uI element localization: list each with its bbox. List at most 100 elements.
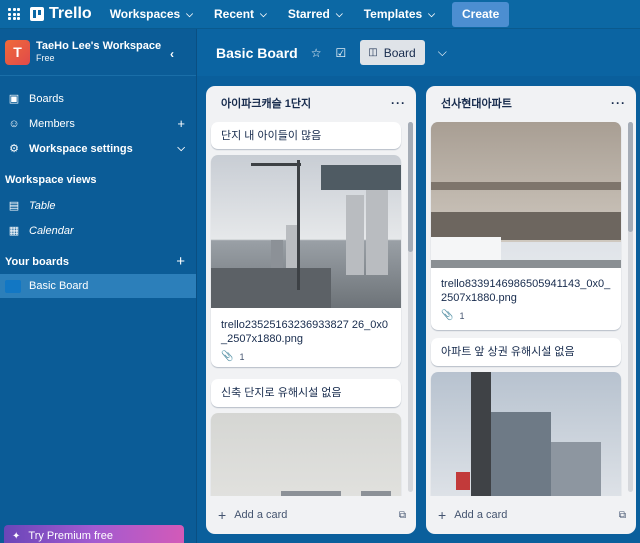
sidebar-item-label: Calendar	[29, 224, 74, 237]
more-options-icon[interactable]: ···	[391, 96, 406, 110]
scrollbar-thumb[interactable]	[628, 122, 633, 232]
trello-logo[interactable]: Trello	[30, 5, 92, 23]
paperclip-icon: 📎	[441, 310, 454, 321]
sparkle-icon: ✦	[12, 530, 21, 542]
workspace-avatar[interactable]: T	[5, 39, 30, 65]
app-switcher-icon[interactable]	[8, 8, 20, 20]
list-header[interactable]: 선사현대아파트 ···	[426, 86, 636, 119]
calendar-icon: ▦	[8, 225, 20, 237]
more-options-icon[interactable]: ···	[611, 96, 626, 110]
chevron-down-icon: ⌵	[260, 8, 267, 19]
nav-templates-label: Templates	[363, 7, 423, 21]
sidebar-board-label: Basic Board	[29, 280, 89, 292]
section-label: Workspace views	[5, 173, 97, 186]
card-cover-image	[431, 372, 621, 496]
list-title[interactable]: 선사현대아파트	[441, 95, 512, 111]
add-card-label: Add a card	[454, 509, 508, 521]
sidebar-board-basic-board[interactable]: Basic Board	[0, 274, 196, 298]
workspace-views-heading: Workspace views	[0, 167, 196, 192]
trello-logo-icon	[30, 7, 44, 21]
card-title: 단지 내 아이들이 많음	[221, 129, 322, 142]
workspace-plan: Free	[36, 53, 55, 63]
card[interactable]: 단지 내 아이들이 많음	[211, 122, 401, 149]
card-cover-image	[211, 155, 401, 308]
nav-starred[interactable]: Starred ⌵	[288, 7, 343, 21]
sidebar-item-label: Members	[29, 117, 75, 130]
card[interactable]	[211, 413, 401, 496]
chevron-down-icon[interactable]: ⌵	[438, 45, 447, 60]
paperclip-icon: 📎	[221, 351, 234, 362]
attachment-badge: 📎 1	[211, 351, 401, 362]
board-title[interactable]: Basic Board	[216, 45, 298, 61]
chevron-down-icon[interactable]: ⌵	[177, 143, 185, 154]
top-navigation-bar: Trello Workspaces ⌵ Recent ⌵ Starred ⌵ T…	[0, 0, 640, 29]
sidebar-item-calendar[interactable]: ▦ Calendar	[0, 218, 196, 243]
nav-starred-label: Starred	[287, 7, 330, 21]
scrollbar-thumb[interactable]	[408, 122, 413, 252]
card[interactable]: trello8339146986505941143_0x0_2507x1880.…	[431, 122, 621, 330]
card-container: 단지 내 아이들이 많음 trello23525163236933827 26_…	[206, 119, 416, 496]
plus-icon: +	[438, 507, 447, 523]
collapse-sidebar-icon[interactable]: ‹	[170, 47, 174, 61]
card[interactable]	[431, 372, 621, 496]
list-scrollbar[interactable]	[408, 122, 413, 492]
add-card-label: Add a card	[234, 509, 288, 521]
list: 선사현대아파트 ··· trello8339146986505941143_0x…	[426, 86, 636, 534]
board-icon: ▣	[8, 93, 20, 105]
chevron-down-icon: ⌵	[186, 8, 193, 19]
your-boards-heading: Your boards +	[0, 249, 196, 274]
card-title: trello23525163236933827 26_0x0_2507x1880…	[221, 319, 388, 345]
attachment-count: 1	[239, 351, 245, 362]
try-premium-button[interactable]: ✦ Try Premium free	[4, 525, 184, 543]
person-icon: ☺	[8, 117, 20, 130]
sidebar-item-table[interactable]: ▤ Table	[0, 193, 196, 218]
board-view-icon: ◫	[368, 47, 378, 58]
add-board-icon[interactable]: +	[176, 253, 185, 270]
nav-recent[interactable]: Recent ⌵	[214, 7, 267, 21]
star-icon[interactable]: ☆	[311, 46, 322, 60]
card-title: trello8339146986505941143_0x0_2507x1880.…	[441, 278, 611, 304]
app-name: Trello	[49, 5, 92, 22]
table-icon: ▤	[8, 200, 20, 212]
create-button[interactable]: Create	[452, 1, 510, 27]
nav-templates[interactable]: Templates ⌵	[364, 7, 435, 21]
sidebar-item-boards[interactable]: ▣ Boards	[0, 86, 196, 111]
chevron-down-icon: ⌵	[428, 8, 435, 19]
card-template-icon[interactable]: ⧉	[399, 510, 406, 521]
add-card-button[interactable]: + Add a card ⧉	[206, 496, 416, 534]
attachment-badge: 📎 1	[431, 310, 621, 321]
board-header: Basic Board ☆ ☑ ◫ Board ⌵	[197, 29, 640, 76]
card-title: 신축 단지로 유해시설 없음	[221, 387, 342, 399]
card-cover-image	[431, 122, 621, 268]
add-card-button[interactable]: + Add a card ⧉	[426, 496, 636, 534]
nav-workspaces-label: Workspaces	[109, 7, 181, 21]
plus-icon: +	[218, 507, 227, 523]
workspace-name[interactable]: TaeHo Lee's Workspace	[36, 40, 161, 53]
card-title: 아파트 앞 상권 유해시설 없음	[441, 346, 575, 358]
workspace-header: T TaeHo Lee's Workspace Free ‹	[0, 29, 196, 76]
board-view-button[interactable]: ◫ Board	[360, 40, 425, 65]
sidebar-item-label: Workspace settings	[29, 142, 133, 155]
lock-icon[interactable]: ☑	[335, 46, 346, 60]
sidebar-item-members[interactable]: ☺ Members +	[0, 111, 196, 136]
card[interactable]: 신축 단지로 유해시설 없음	[211, 379, 401, 407]
premium-label: Try Premium free	[28, 530, 113, 542]
list-header[interactable]: 아이파크캐슬 1단지 ···	[206, 86, 416, 119]
sidebar-item-workspace-settings[interactable]: ⚙ Workspace settings ⌵	[0, 136, 196, 161]
board-color-swatch	[5, 279, 21, 293]
card-container: trello8339146986505941143_0x0_2507x1880.…	[426, 119, 636, 496]
list-scrollbar[interactable]	[628, 122, 633, 492]
list-title[interactable]: 아이파크캐슬 1단지	[221, 95, 311, 111]
sidebar: T TaeHo Lee's Workspace Free ‹ ▣ Boards …	[0, 29, 197, 543]
gear-icon: ⚙	[9, 143, 19, 155]
card-cover-image	[211, 413, 401, 496]
card[interactable]: 아파트 앞 상권 유해시설 없음	[431, 338, 621, 366]
section-label: Your boards	[5, 255, 69, 268]
nav-workspaces[interactable]: Workspaces ⌵	[110, 7, 193, 21]
nav-recent-label: Recent	[214, 7, 255, 21]
card-template-icon[interactable]: ⧉	[619, 510, 626, 521]
card[interactable]: trello23525163236933827 26_0x0_2507x1880…	[211, 155, 401, 367]
attachment-count: 1	[459, 310, 465, 321]
add-member-icon[interactable]: +	[177, 116, 185, 131]
sidebar-item-label: Boards	[29, 92, 64, 105]
